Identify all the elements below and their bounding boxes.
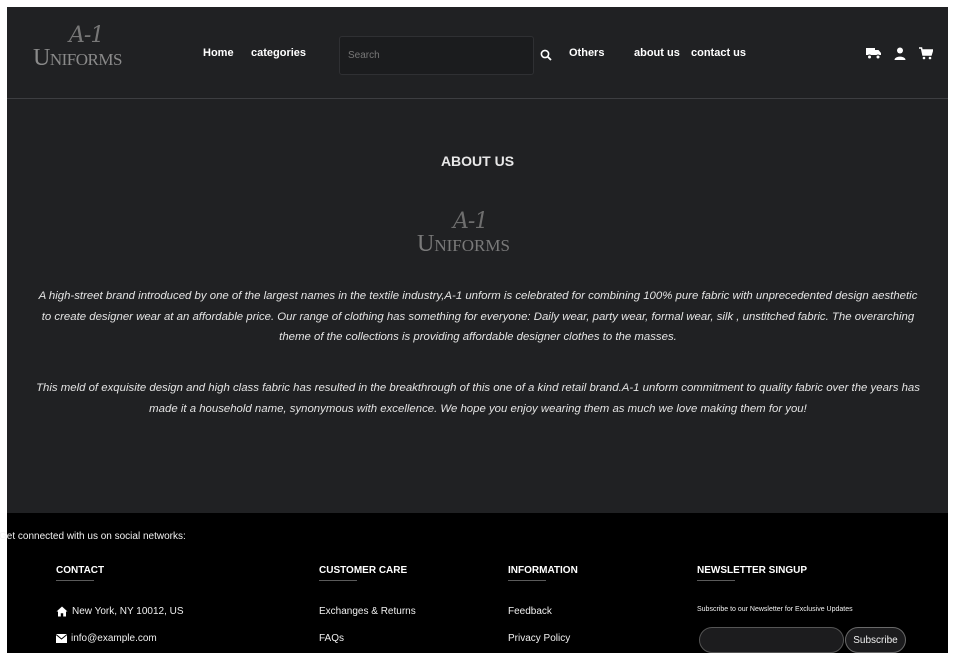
contact-email[interactable]: info@example.com	[56, 633, 157, 644]
contact-address: New York, NY 10012, US	[56, 606, 184, 617]
social-networks-text: Get connected with us on social networks…	[0, 531, 186, 542]
information-title-underline	[508, 580, 546, 581]
home-icon	[56, 606, 68, 617]
about-paragraph-2: This meld of exquisite design and high c…	[36, 382, 920, 415]
information-title: INFORMATION	[508, 565, 578, 581]
nav-about-us[interactable]: about us	[634, 47, 680, 59]
information-title-text: INFORMATION	[508, 565, 578, 576]
nav-contact-us[interactable]: contact us	[691, 47, 746, 59]
about-logo: A-1 Uniforms	[415, 209, 555, 261]
brand-logo[interactable]: A-1 Uniforms	[31, 23, 181, 75]
search-icon	[540, 49, 552, 61]
contact-address-text: New York, NY 10012, US	[72, 606, 184, 617]
search-box	[339, 36, 534, 75]
track-order-button[interactable]	[866, 45, 882, 61]
newsletter-title-underline	[697, 580, 735, 581]
contact-title-text: CONTACT	[56, 565, 105, 576]
customer-care-title-underline	[319, 580, 357, 581]
search-input[interactable]	[340, 37, 533, 74]
link-privacy-policy[interactable]: Privacy Policy	[508, 633, 570, 644]
cart-button[interactable]	[918, 45, 934, 61]
logo-word: Uniforms	[33, 45, 122, 71]
about-section: ABOUT US A-1 Uniforms A high-street bran…	[7, 99, 948, 513]
account-button[interactable]	[892, 45, 908, 61]
envelope-icon	[56, 634, 67, 643]
link-exchanges-returns[interactable]: Exchanges & Returns	[319, 606, 416, 617]
header: A-1 Uniforms Home categories Others abou…	[7, 7, 948, 99]
about-logo-word: Uniforms	[417, 231, 510, 257]
cart-icon	[919, 46, 933, 59]
newsletter-email-input[interactable]	[699, 627, 844, 653]
about-paragraph-1: A high-street brand introduced by one of…	[38, 290, 918, 343]
truck-icon	[866, 47, 881, 59]
footer: Get connected with us on social networks…	[0, 513, 948, 653]
nav-others[interactable]: Others	[569, 47, 604, 59]
customer-care-title-text: CUSTOMER CARE	[319, 565, 408, 576]
contact-title: CONTACT	[56, 565, 105, 581]
newsletter-title: NEWSLETTER SINGUP	[697, 565, 808, 581]
contact-email-text: info@example.com	[71, 633, 157, 644]
subscribe-button[interactable]: Subscribe	[845, 627, 906, 653]
page-title: ABOUT US	[440, 153, 515, 169]
search-button[interactable]	[534, 37, 558, 73]
link-faqs[interactable]: FAQs	[319, 633, 344, 644]
newsletter-description: Subscribe to our Newsletter for Exclusiv…	[697, 606, 853, 613]
contact-title-underline	[56, 580, 94, 581]
link-feedback[interactable]: Feedback	[508, 606, 552, 617]
customer-care-title: CUSTOMER CARE	[319, 565, 408, 581]
header-icons	[866, 45, 934, 61]
page: A-1 Uniforms Home categories Others abou…	[0, 7, 948, 653]
user-icon	[894, 47, 906, 60]
newsletter-title-text: NEWSLETTER SINGUP	[697, 565, 808, 576]
nav-categories[interactable]: categories	[251, 47, 306, 59]
nav-home[interactable]: Home	[203, 47, 234, 59]
